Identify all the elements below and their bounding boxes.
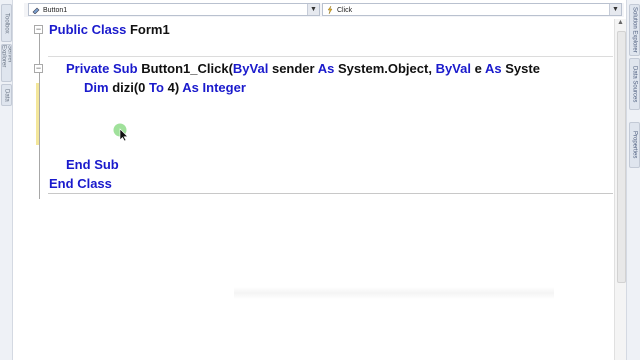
object-dropdown-value: Button1 [43,7,68,14]
identifier: System.Object, [338,61,432,76]
keyword: To [149,80,164,95]
keyword: Private [66,61,110,76]
server-explorer-tab-label: Server Explorer [1,45,12,68]
collapse-class-icon[interactable]: − [34,25,43,34]
code-line-end-class: End Class [49,176,112,191]
editor-bottom-separator [48,193,613,194]
toolbox-tab-label: Toolbox [3,12,10,34]
navigation-bar: Button1 ▼ Click ▼ [24,3,624,17]
keyword: Sub [113,61,138,76]
solution-explorer-tab[interactable]: Solution Explorer [629,4,640,56]
keyword: End [66,157,91,172]
identifier: dizi(0 [112,80,146,95]
button-object-icon [32,7,40,14]
event-dropdown-value: Click [337,7,353,14]
keyword: Public [49,22,89,37]
vertical-scrollbar[interactable]: ▲ [614,19,626,360]
keyword: ByVal [232,61,269,76]
chevron-down-icon[interactable]: ▼ [307,4,319,15]
code-editor[interactable]: − − Public Class Form1 Private Sub Butto… [24,19,613,360]
keyword: Class [77,176,112,191]
solution-explorer-tab-label: Solution Explorer [631,7,638,53]
code-line-dim: Dim dizi(0 To 4) As Integer [84,80,246,95]
toolbox-tab[interactable]: Toolbox [1,4,12,42]
code-line-class: Public Class Form1 [49,22,170,37]
object-dropdown[interactable]: Button1 ▼ [28,3,320,16]
properties-tab-label: Properties [631,131,638,159]
code-line-sub: Private Sub Button1_Click(ByVal sender A… [66,61,540,76]
scrollbar-thumb[interactable] [617,31,626,283]
keyword: Class [91,22,127,37]
identifier: sender [271,61,315,76]
method-separator [48,56,613,57]
chevron-down-icon[interactable]: ▼ [609,4,621,15]
solution-strip: Solution Explorer Data Sources Propertie… [626,0,640,360]
collapse-sub-icon[interactable]: − [34,64,43,73]
event-lightning-icon [327,6,333,14]
keyword: As [317,61,335,76]
event-dropdown[interactable]: Click ▼ [322,3,622,16]
keyword: Sub [94,157,119,172]
change-indicator [36,83,39,145]
keyword: As [182,80,199,95]
code-line-end-sub: End Sub [66,157,119,172]
scroll-up-icon[interactable]: ▲ [615,19,626,29]
keyword: As [484,61,502,76]
outline-margin [39,33,40,199]
data-tab[interactable]: Data [1,84,12,106]
server-explorer-tab[interactable]: Server Explorer [1,44,12,82]
identifier: Button1_Click( [141,61,233,76]
keyword: ByVal [435,61,471,76]
properties-tab[interactable]: Properties [629,122,640,168]
data-sources-tab[interactable]: Data Sources [629,58,640,110]
toolbox-strip: Toolbox Server Explorer Data [0,0,13,360]
keyword: Dim [84,80,109,95]
identifier: 4) [167,80,180,95]
data-sources-tab-label: Data Sources [631,65,638,103]
keyword: End [49,176,74,191]
identifier: Syste [505,61,540,76]
mouse-cursor-icon [113,123,129,141]
identifier: e [474,61,482,76]
data-tab-label: Data [3,88,10,102]
keyword: Integer [202,80,246,95]
identifier: Form1 [129,22,170,37]
blank-area [234,287,554,299]
